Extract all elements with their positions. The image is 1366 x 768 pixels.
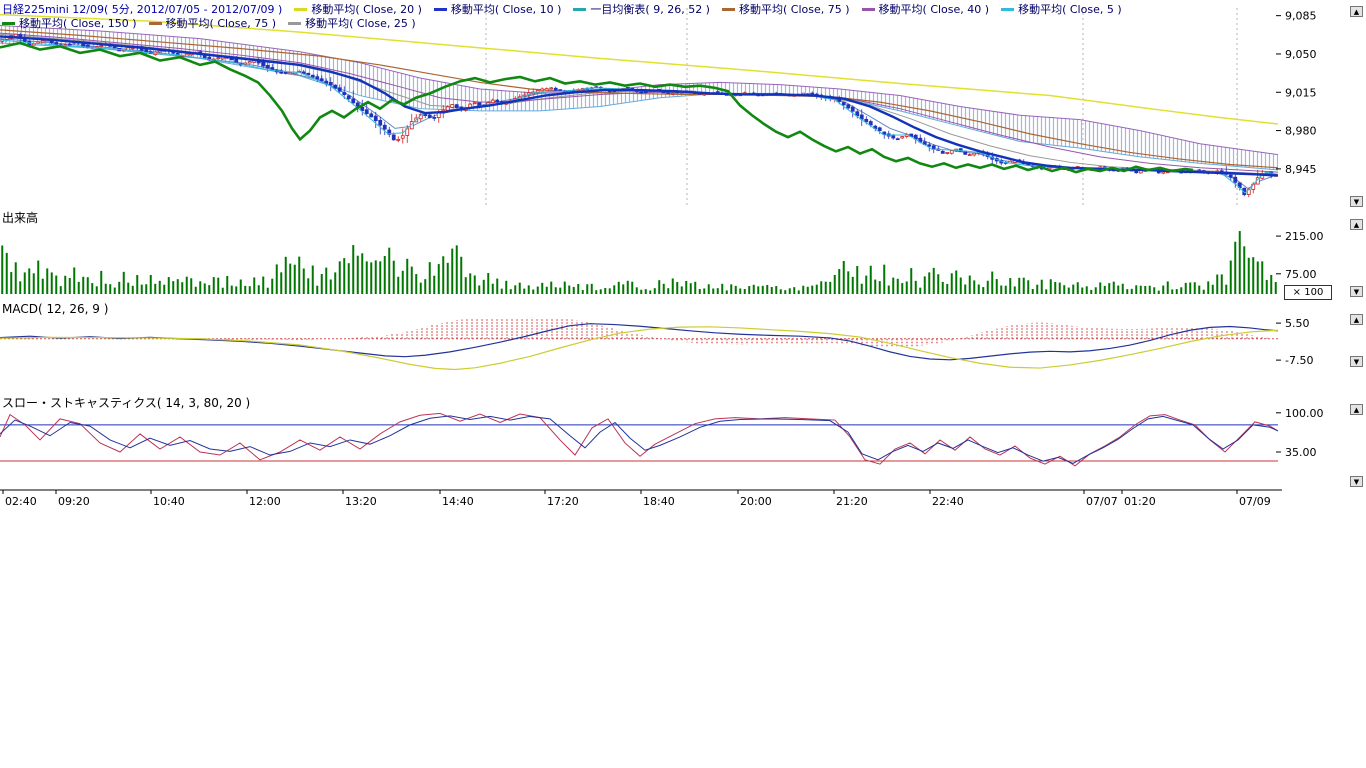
volume-scale-down-button[interactable]: ▼ xyxy=(1350,286,1363,297)
legend-color-sample xyxy=(294,8,307,11)
legend-item-label: 移動平均( Close, 150 ) xyxy=(19,15,137,31)
volume-scale-up-button[interactable]: ▲ xyxy=(1350,219,1363,230)
svg-text:35.00: 35.00 xyxy=(1285,446,1317,459)
svg-text:18:40: 18:40 xyxy=(643,495,675,508)
legend-item: 移動平均( Close, 10 ) xyxy=(434,1,562,17)
svg-text:22:40: 22:40 xyxy=(932,495,964,508)
svg-text:07/07: 07/07 xyxy=(1086,495,1118,508)
legend-row-1: 移動平均( Close, 20 )移動平均( Close, 10 )一目均衡表(… xyxy=(294,1,1121,17)
legend-row-2: 移動平均( Close, 150 ) 移動平均( Close, 75 ) 移動平均(… xyxy=(2,15,416,31)
legend-item-label: 移動平均( Close, 25 ) xyxy=(305,15,416,31)
legend-color-sample xyxy=(434,8,447,11)
panel-price xyxy=(0,8,1278,205)
svg-text:8,945: 8,945 xyxy=(1285,163,1317,176)
legend-color-sample xyxy=(2,22,15,25)
legend-color-sample xyxy=(149,22,162,25)
svg-text:09:20: 09:20 xyxy=(58,495,90,508)
price-scale-down-button[interactable]: ▼ xyxy=(1350,196,1363,207)
macd-scale-up-button[interactable]: ▲ xyxy=(1350,314,1363,325)
legend-item-label: 移動平均( Close, 75 ) xyxy=(166,15,277,31)
header-row-2: 移動平均( Close, 150 ) 移動平均( Close, 75 ) 移動平均(… xyxy=(2,15,416,31)
legend-color-sample xyxy=(722,8,735,11)
svg-text:13:20: 13:20 xyxy=(345,495,377,508)
svg-text:9,050: 9,050 xyxy=(1285,48,1317,61)
legend-item: 移動平均( Close, 150 ) xyxy=(2,15,137,31)
chart-canvas[interactable]: 9,085 9,050 9,015 8,980 8,945 215.00 75.00 5.50… xyxy=(0,0,1366,512)
svg-text:100.00: 100.00 xyxy=(1285,407,1324,420)
legend-item-label: 移動平均( Close, 40 ) xyxy=(879,1,990,17)
legend-item-label: 移動平均( Close, 75 ) xyxy=(739,1,850,17)
legend-item: 移動平均( Close, 40 ) xyxy=(862,1,990,17)
legend-color-sample xyxy=(1001,8,1014,11)
chart-window: 9,085 9,050 9,015 8,980 8,945 215.00 75.00 5.50… xyxy=(0,0,1366,768)
svg-text:-7.50: -7.50 xyxy=(1285,354,1313,367)
panel-volume xyxy=(2,231,1276,294)
stoch-scale-up-button[interactable]: ▲ xyxy=(1350,404,1363,415)
svg-text:14:40: 14:40 xyxy=(442,495,474,508)
svg-text:8,980: 8,980 xyxy=(1285,125,1317,138)
legend-item: 一目均衡表( 9, 26, 52 ) xyxy=(573,1,710,17)
svg-text:9,015: 9,015 xyxy=(1285,86,1317,99)
svg-text:21:20: 21:20 xyxy=(836,495,868,508)
legend-item-label: 一目均衡表( 9, 26, 52 ) xyxy=(590,1,710,17)
legend-item-label: 移動平均( Close, 5 ) xyxy=(1018,1,1122,17)
svg-text:10:40: 10:40 xyxy=(153,495,185,508)
legend-color-sample xyxy=(573,8,586,11)
svg-text:75.00: 75.00 xyxy=(1285,268,1317,281)
legend-item: 移動平均( Close, 75 ) xyxy=(722,1,850,17)
legend-color-sample xyxy=(862,8,875,11)
svg-text:20:00: 20:00 xyxy=(740,495,772,508)
svg-text:215.00: 215.00 xyxy=(1285,230,1324,243)
svg-text:07/09: 07/09 xyxy=(1239,495,1271,508)
panel-macd xyxy=(0,318,1278,370)
svg-text:12:00: 12:00 xyxy=(249,495,281,508)
volume-panel-title: 出来高 xyxy=(2,209,38,226)
panel-stoch xyxy=(0,413,1278,465)
macd-scale-down-button[interactable]: ▼ xyxy=(1350,356,1363,367)
macd-panel-title: MACD( 12, 26, 9 ) xyxy=(2,302,108,316)
svg-text:17:20: 17:20 xyxy=(547,495,579,508)
price-scale-up-button[interactable]: ▲ xyxy=(1350,6,1363,17)
legend-item-label: 移動平均( Close, 10 ) xyxy=(451,1,562,17)
svg-text:01:20: 01:20 xyxy=(1124,495,1156,508)
svg-text:9,085: 9,085 xyxy=(1285,10,1317,23)
svg-text:5.50: 5.50 xyxy=(1285,317,1310,330)
svg-text:02:40: 02:40 xyxy=(5,495,37,508)
stoch-panel-title: スロー・ストキャスティクス( 14, 3, 80, 20 ) xyxy=(2,394,250,411)
volume-unit-badge: × 100 xyxy=(1284,285,1332,300)
legend-item: 移動平均( Close, 75 ) xyxy=(149,15,277,31)
legend-color-sample xyxy=(288,22,301,25)
legend-item: 移動平均( Close, 5 ) xyxy=(1001,1,1122,17)
legend-item: 移動平均( Close, 25 ) xyxy=(288,15,416,31)
stoch-scale-down-button[interactable]: ▼ xyxy=(1350,476,1363,487)
